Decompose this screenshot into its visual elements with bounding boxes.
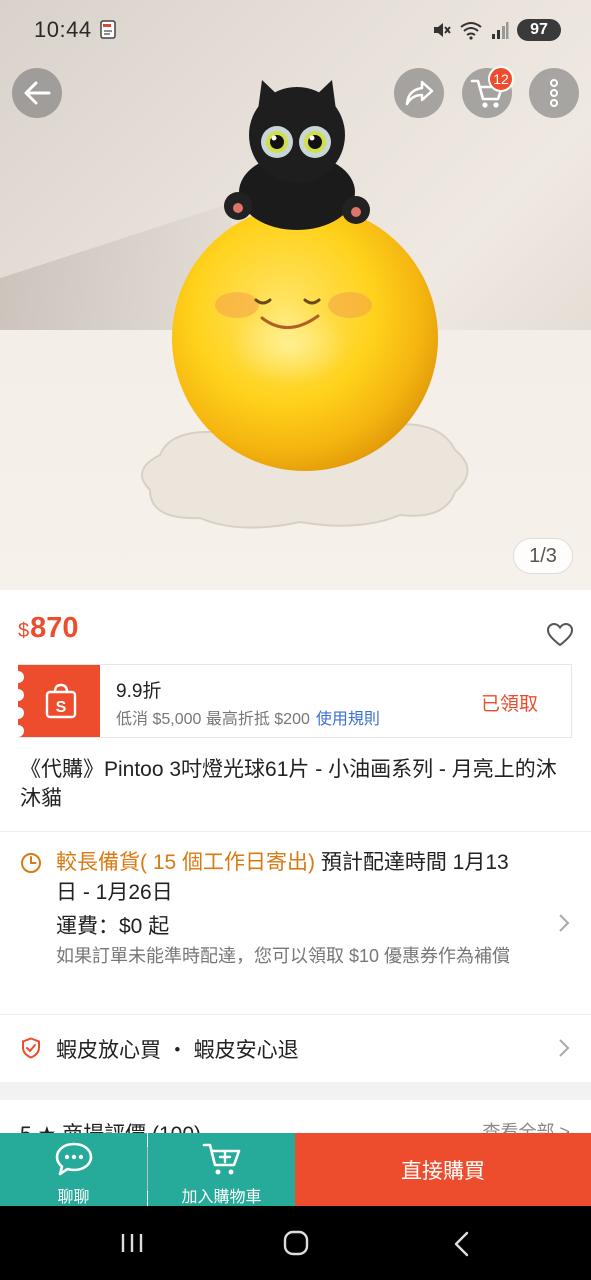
chat-icon (55, 1142, 92, 1176)
voucher-claimed-status: 已領取 (481, 694, 539, 715)
wifi-icon (460, 22, 482, 40)
late-delivery-note: 如果訂單未能準時配達，您可以領取 $10 優惠券作為補償 (56, 946, 511, 966)
signal-icon (492, 22, 509, 39)
back-arrow-icon (24, 81, 51, 105)
voucher-desc: 低消 $5,000 最高折抵 $200 使用規則 (116, 705, 380, 729)
add-to-cart-button[interactable]: 加入購物車 (148, 1133, 295, 1206)
heart-icon[interactable] (547, 623, 573, 647)
price-value: 870 (30, 612, 79, 644)
guarantee-text: 蝦皮放心買 ・ 蝦皮安心退 (56, 1039, 299, 1062)
system-nav-bar (0, 1206, 591, 1280)
status-bar: 10:44 97 (0, 0, 591, 62)
add-to-cart-label: 加入購物車 (181, 1189, 262, 1206)
share-icon (405, 80, 434, 106)
voucher-title: 9.9折 (116, 681, 162, 702)
voucher-logo-panel: S (12, 665, 100, 737)
voucher-condition: 低消 $5,000 最高折抵 $200 (116, 711, 310, 728)
share-button[interactable] (394, 68, 444, 118)
clock-icon (21, 853, 41, 873)
cart-count-badge: 12 (488, 66, 514, 92)
battery-icon: 97 (517, 19, 561, 41)
shield-icon (22, 1037, 40, 1059)
section-gap (0, 1082, 591, 1100)
back-button[interactable] (12, 68, 62, 118)
chat-button[interactable]: 聊聊 (0, 1133, 147, 1206)
shipping-fee: 運費：$0 起 (56, 915, 170, 938)
image-counter: 1/3 (513, 538, 573, 574)
cart-plus-icon (202, 1143, 240, 1175)
bottom-action-bar: 聊聊 加入購物車 直接購買 (0, 1133, 591, 1206)
voucher-rule-link[interactable]: 使用規則 (316, 711, 380, 728)
shopee-bag-icon: S (45, 683, 77, 719)
svg-text:S: S (56, 699, 67, 716)
buy-now-label: 直接購買 (401, 1159, 485, 1183)
chat-label: 聊聊 (57, 1189, 90, 1206)
divider (0, 831, 591, 832)
shipping-eta: 較長備貨( 15 個工作日寄出) 預計配達時間 1月13日 - 1月26日 (56, 848, 526, 908)
note-icon (100, 20, 116, 39)
more-options-button[interactable] (529, 68, 579, 118)
status-icons: 97 (431, 18, 561, 42)
battery-level: 97 (530, 21, 548, 38)
chevron-right-icon (559, 914, 570, 932)
home-icon[interactable] (283, 1230, 309, 1256)
status-time: 10:44 (34, 17, 92, 42)
mute-icon (434, 23, 451, 37)
more-vertical-icon (550, 79, 558, 107)
chevron-right-icon (559, 1039, 570, 1057)
divider (0, 1014, 591, 1015)
price-currency: $ (18, 620, 30, 642)
prep-time-highlight: 較長備貨( 15 個工作日寄出) (56, 851, 316, 874)
shop-voucher[interactable]: S 9.9折 低消 $5,000 最高折抵 $200 使用規則 已領取 (12, 664, 572, 738)
product-price: $870 (18, 612, 79, 645)
recents-icon[interactable] (119, 1232, 145, 1254)
buy-now-button[interactable]: 直接購買 (295, 1133, 591, 1206)
nav-back-icon[interactable] (452, 1231, 470, 1257)
product-title: 《代購》Pintoo 3吋燈光球61片 - 小油画系列 - 月亮上的沐沐貓 (20, 758, 557, 810)
